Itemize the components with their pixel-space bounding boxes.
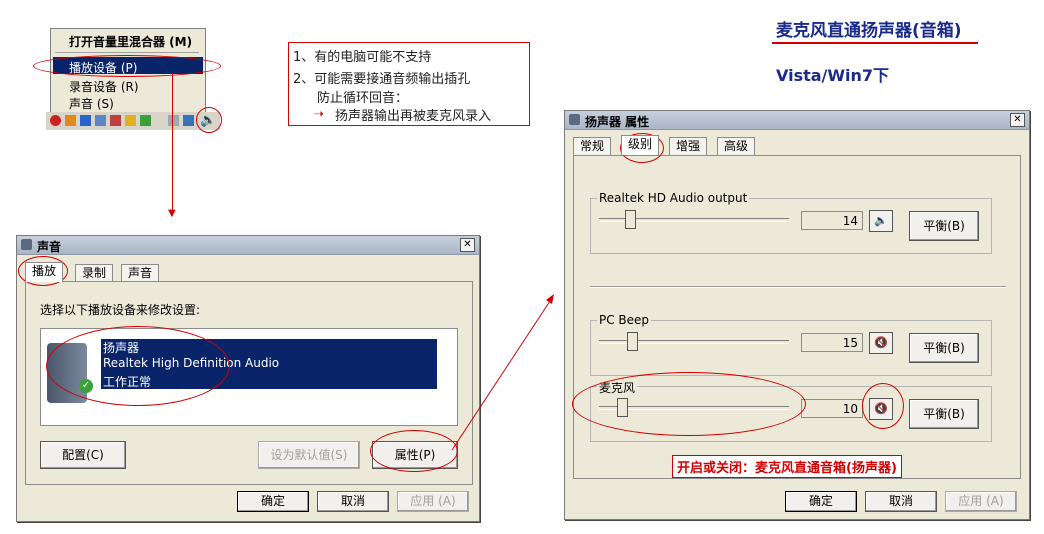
speaker-icon[interactable]: 🔈 <box>869 210 893 232</box>
tray-icon-7[interactable] <box>140 115 151 126</box>
balance-button[interactable]: 平衡(B) <box>909 211 979 241</box>
balance-button[interactable]: 平衡(B) <box>909 333 979 363</box>
configure-button[interactable]: 配置(C) <box>40 441 126 469</box>
cancel-button[interactable]: 取消 <box>865 491 937 512</box>
tray-icon-3[interactable] <box>80 115 91 126</box>
menu-separator <box>55 52 199 53</box>
channel-label: Realtek HD Audio output <box>597 191 750 205</box>
tab-sounds[interactable]: 声音 <box>121 264 160 282</box>
tab-playback[interactable]: 播放 <box>25 262 64 282</box>
tray-icon-2[interactable] <box>65 115 76 126</box>
set-default-button[interactable]: 设为默认值(S) <box>258 441 360 469</box>
channel-label: PC Beep <box>597 313 652 327</box>
muted-speaker-icon[interactable]: 🔇 <box>869 332 893 354</box>
channel-group-output: Realtek HD Audio output 14 🔈 平衡(B) <box>590 191 992 254</box>
note-line-2: 2、可能需要接通音频输出插孔 <box>293 72 471 87</box>
volume-value[interactable]: 14 <box>801 211 863 230</box>
tray-icon-1[interactable] <box>50 115 61 126</box>
speaker-icon <box>21 239 32 250</box>
tab-recording[interactable]: 录制 <box>75 264 114 282</box>
highlight-ellipse <box>572 372 806 436</box>
tab-levels[interactable]: 级别 <box>621 135 660 155</box>
close-icon[interactable]: ✕ <box>460 238 475 252</box>
highlight-ellipse <box>862 383 904 429</box>
volume-value[interactable]: 15 <box>801 333 863 352</box>
channel-group-beep: PC Beep 15 🔇 平衡(B) <box>590 313 992 376</box>
menu-item-recording[interactable]: 录音设备 (R) <box>69 78 139 95</box>
speaker-icon <box>569 114 580 125</box>
slider-thumb[interactable] <box>625 210 636 229</box>
separator <box>590 286 1006 288</box>
heading-subtitle: Vista/Win7下 <box>776 66 890 85</box>
note-line-1: 1、有的电脑可能不支持 <box>293 50 432 65</box>
apply-button[interactable]: 应用 (A) <box>397 491 469 512</box>
tab-general[interactable]: 常规 <box>573 137 612 155</box>
ok-button[interactable]: 确定 <box>237 491 309 512</box>
apply-button[interactable]: 应用 (A) <box>945 491 1017 512</box>
highlight-ellipse <box>196 107 222 133</box>
connector-line <box>172 73 173 215</box>
tray-icon-5[interactable] <box>110 115 121 126</box>
highlight-ellipse <box>46 326 230 406</box>
sound-dialog-title: 声音 <box>37 240 62 254</box>
note-line-3: 防止循环回音： <box>317 91 409 106</box>
slider-thumb[interactable] <box>627 332 638 351</box>
cancel-button[interactable]: 取消 <box>317 491 389 512</box>
tray-icon-8[interactable] <box>168 115 179 126</box>
speaker-properties-dialog: 扬声器 属性 ✕ 常规 级别 增强 高级 Realtek HD Audio ou… <box>564 110 1030 520</box>
tray-icon-4[interactable] <box>95 115 106 126</box>
heading-underline <box>772 42 978 44</box>
properties-title: 扬声器 属性 <box>585 115 650 129</box>
instruction-text: 选择以下播放设备来修改设置: <box>40 303 201 317</box>
system-tray: 🔈 <box>46 112 220 130</box>
tray-icon-6[interactable] <box>125 115 136 126</box>
note-line-4: 扬声器输出再被麦克风录入 <box>335 109 492 124</box>
ok-button[interactable]: 确定 <box>785 491 857 512</box>
notes-box: 1、有的电脑可能不支持 2、可能需要接通音频输出插孔 防止循环回音： ➝ 扬声器… <box>288 42 530 126</box>
tab-advanced[interactable]: 高级 <box>717 137 756 155</box>
close-icon[interactable]: ✕ <box>1010 113 1025 127</box>
tray-icon-9[interactable] <box>183 115 194 126</box>
heading-title: 麦克风直通扬声器(音箱) <box>776 21 962 41</box>
properties-titlebar[interactable]: 扬声器 属性 ✕ <box>565 111 1029 130</box>
connector-arrow <box>451 294 554 451</box>
balance-button[interactable]: 平衡(B) <box>909 399 979 429</box>
arrow-head-icon: ▼ <box>168 208 176 219</box>
menu-item-sounds[interactable]: 声音 (S) <box>69 95 114 112</box>
sound-dialog-titlebar[interactable]: 声音 ✕ <box>17 236 479 255</box>
mic-note: 开启或关闭：麦克风直通音箱(扬声器) <box>672 455 902 478</box>
menu-item-mixer[interactable]: 打开音量里混合器 (M) <box>69 33 192 50</box>
tab-enhancements[interactable]: 增强 <box>669 137 708 155</box>
volume-value[interactable]: 10 <box>801 399 863 418</box>
note-arrow-icon: ➝ <box>313 107 324 122</box>
highlight-ellipse <box>33 55 221 77</box>
